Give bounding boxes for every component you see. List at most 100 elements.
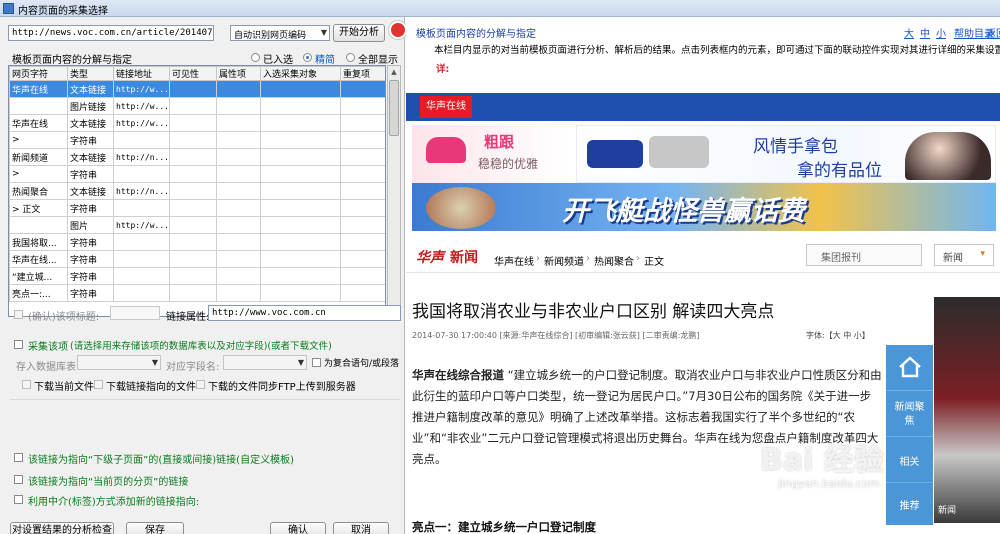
col-header-text[interactable]: 网页字符 — [9, 66, 68, 81]
table-row[interactable]: 华声在线... 字符串 — [9, 250, 385, 268]
col-header-visibility[interactable]: 可见性 — [169, 66, 217, 81]
col-header-selected[interactable]: 入选采集对象 — [260, 66, 341, 81]
bag-ad-banner[interactable]: 风情手拿包 拿的有品位 — [576, 125, 996, 183]
cell-visibility — [169, 233, 217, 251]
field-select[interactable]: ▼ — [223, 355, 307, 370]
font-small-link[interactable]: 小 — [936, 25, 946, 40]
download-current-checkbox[interactable] — [22, 380, 31, 389]
table-row[interactable]: > 字符串 — [9, 165, 385, 183]
font-medium-link[interactable]: 中 — [920, 25, 930, 40]
table-row[interactable]: 图片链接 http://w... — [9, 97, 385, 115]
shoe-ad-banner[interactable]: 粗跟 稳稳的优雅 — [412, 125, 568, 183]
analysis-check-button[interactable]: 对设置结果的分析检查 — [10, 522, 114, 534]
cell-attr — [216, 148, 261, 166]
cell-visibility — [169, 131, 217, 149]
analyze-button[interactable]: 开始分析 — [333, 24, 385, 42]
breadcrumb-1[interactable]: 华声在线 — [494, 253, 534, 268]
cell-repeat — [340, 182, 385, 200]
cell-type: 文本链接 — [67, 182, 114, 200]
col-header-attr[interactable]: 属性项 — [216, 66, 261, 81]
radio-added[interactable] — [251, 53, 260, 62]
table-row[interactable]: 亮点一:... 字符串 — [9, 284, 385, 302]
ok-button[interactable]: 确认 — [270, 522, 326, 534]
table-row[interactable]: “建立城... 字符串 — [9, 267, 385, 285]
scroll-thumb[interactable] — [389, 80, 399, 136]
side-news-focus[interactable]: 新闻聚焦 — [886, 393, 933, 437]
table-row[interactable]: 我国将取... 字符串 — [9, 233, 385, 251]
cell-type: 字符串 — [67, 165, 114, 183]
col-header-repeat[interactable]: 重复项 — [340, 66, 385, 81]
breadcrumb-3[interactable]: 热闻聚合 — [594, 253, 634, 268]
radio-precise[interactable] — [303, 53, 312, 62]
ftp-upload-label: 下载的文件同步FTP上传到服务器 — [208, 382, 356, 393]
grid-scrollbar[interactable]: ▲ ▼ — [387, 65, 401, 317]
cell-attr — [216, 131, 261, 149]
help-icon[interactable] — [389, 21, 407, 39]
side-related[interactable]: 相关 — [886, 439, 933, 483]
col-header-type[interactable]: 类型 — [67, 66, 114, 81]
font-large-link[interactable]: 大 — [904, 25, 914, 40]
url-input[interactable]: http://news.voc.com.cn/article/201407/20… — [8, 25, 214, 41]
db-table-select[interactable]: ▼ — [77, 355, 161, 370]
table-row[interactable]: 华声在线 文本链接 http://w... — [9, 80, 385, 98]
save-button[interactable]: 保存 — [126, 522, 184, 534]
table-row[interactable]: > 字符串 — [9, 131, 385, 149]
radio-all[interactable] — [346, 53, 355, 62]
cell-repeat — [340, 199, 385, 217]
table-row[interactable]: > 正文 字符串 — [9, 199, 385, 217]
home-icon[interactable] — [886, 345, 933, 391]
cell-link — [113, 267, 170, 285]
info-detail-label: 详: — [436, 64, 450, 75]
shoe-ad-sub: 稳稳的优雅 — [478, 157, 539, 171]
element-grid: 网页字符 类型 链接地址 可见性 属性项 入选采集对象 重复项 华声在线 文本链接… — [8, 65, 386, 317]
game-character-image — [426, 187, 496, 229]
cell-attr — [216, 233, 261, 251]
confirm-title-input[interactable] — [110, 306, 160, 320]
cell-visibility — [169, 114, 217, 132]
cell-visibility — [169, 284, 217, 302]
chevron-down-icon: ▼ — [297, 358, 304, 367]
repeat-checkbox[interactable] — [312, 358, 321, 367]
cell-visibility — [169, 97, 217, 115]
game-ad-banner[interactable]: 开飞艇战怪兽赢话费 — [412, 183, 996, 231]
cell-visibility — [169, 199, 217, 217]
intermediary-checkbox[interactable] — [14, 495, 23, 504]
table-row[interactable]: 图片 http://w... — [9, 216, 385, 234]
cell-text: 华声在线 — [9, 80, 68, 98]
news-select-value: 新闻 — [943, 253, 963, 264]
breadcrumb-2[interactable]: 新闻频道 — [544, 253, 584, 268]
left-pane: http://news.voc.com.cn/article/201407/20… — [0, 17, 407, 534]
breadcrumb-sep-icon: › — [536, 253, 540, 264]
download-link-checkbox[interactable] — [94, 380, 103, 389]
table-row[interactable]: 华声在线 文本链接 http://w... — [9, 114, 385, 132]
sub-page-link-checkbox[interactable] — [14, 453, 23, 462]
cell-repeat — [340, 165, 385, 183]
back-link[interactable]: 返回 — [986, 25, 1000, 40]
cancel-button[interactable]: 取消 — [333, 522, 389, 534]
site-home-button[interactable]: 华声在线 — [420, 96, 472, 118]
side-recommend[interactable]: 推荐 — [886, 485, 933, 523]
article-photo[interactable]: 新闻 — [934, 297, 1000, 523]
cell-text: > — [9, 165, 68, 183]
cell-visibility — [169, 80, 217, 98]
model-image — [905, 132, 991, 180]
table-row[interactable]: 新闻频道 文本链接 http://n... — [9, 148, 385, 166]
link-attr-input[interactable]: http://www.voc.com.cn — [208, 305, 401, 321]
confirm-title-checkbox[interactable] — [14, 310, 23, 319]
cell-text: 亮点一:... — [9, 284, 68, 302]
font-size-control[interactable]: 字体:【大 中 小】 — [806, 330, 870, 341]
table-row[interactable]: 热闻聚合 文本链接 http://n... — [9, 182, 385, 200]
breadcrumb-sep-icon: › — [586, 253, 590, 264]
search-box[interactable]: 集团报刊 — [806, 244, 922, 266]
shoe-image — [426, 137, 466, 163]
col-header-link[interactable]: 链接地址 — [113, 66, 170, 81]
news-select[interactable]: 新闻 ▾ — [934, 244, 994, 266]
paging-link-checkbox[interactable] — [14, 475, 23, 484]
chevron-down-icon: ▾ — [980, 249, 985, 259]
ftp-upload-checkbox[interactable] — [196, 380, 205, 389]
cell-repeat — [340, 131, 385, 149]
collect-item-checkbox[interactable] — [14, 340, 23, 349]
encoding-select[interactable]: 自动识别网页编码 ▼ — [230, 25, 330, 41]
scroll-up-icon[interactable]: ▲ — [388, 66, 400, 78]
radio-all-label: 全部显示 — [358, 55, 398, 66]
